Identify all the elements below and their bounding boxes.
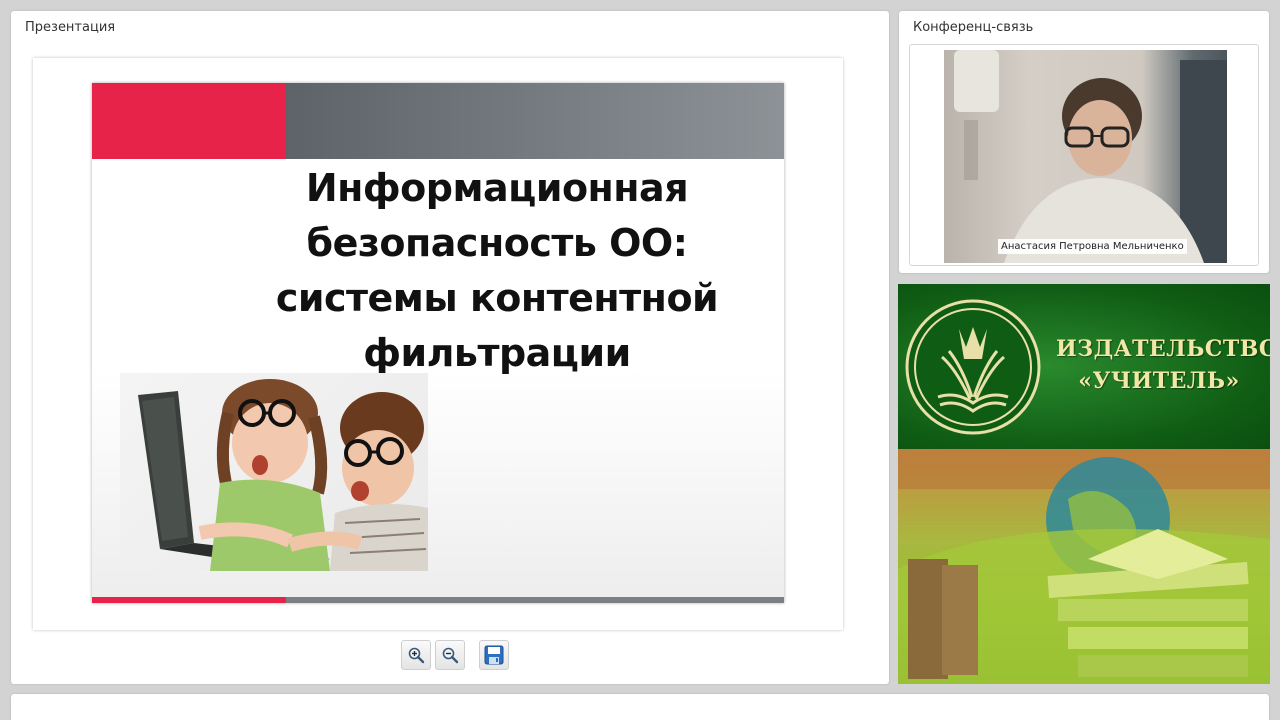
publisher-logo-icon: [905, 299, 1041, 435]
zoom-in-icon: [408, 647, 425, 664]
slide-photo-children-laptop: [120, 373, 428, 571]
participant-video[interactable]: Анастасия Петровна Мельниченко: [944, 50, 1227, 263]
slide-red-bar: [92, 83, 286, 159]
slide: Информационная безопасность ОО: системы …: [92, 83, 784, 603]
conference-panel: Конференц-связь Анастасия Петровна Мельн…: [899, 11, 1269, 273]
video-frame: Анастасия Петровна Мельниченко: [909, 44, 1259, 266]
save-button[interactable]: [479, 640, 509, 670]
banner-title-line1: ИЗДАТЕЛЬСТВО: [1056, 336, 1270, 362]
banner-books-image: [898, 449, 1270, 684]
conference-panel-title: Конференц-связь: [913, 20, 1034, 35]
participant-name-label: Анастасия Петровна Мельниченко: [998, 239, 1187, 254]
presentation-panel-title: Презентация: [25, 20, 116, 35]
bottom-panel: [11, 694, 1269, 720]
zoom-out-icon: [442, 647, 459, 664]
banner-title-line2: «УЧИТЕЛЬ»: [1078, 368, 1240, 394]
slide-red-footer: [92, 597, 286, 603]
slide-title: Информационная безопасность ОО: системы …: [275, 166, 719, 375]
presentation-panel: Презентация Информационная безопасность …: [11, 11, 889, 684]
slide-gray-footer: [286, 597, 784, 603]
publisher-banner[interactable]: ИЗДАТЕЛЬСТВО «УЧИТЕЛЬ»: [898, 284, 1270, 684]
slide-viewer[interactable]: Информационная безопасность ОО: системы …: [33, 58, 843, 630]
save-icon: [484, 645, 504, 665]
zoom-in-button[interactable]: [401, 640, 431, 670]
slide-gray-bar: [286, 83, 784, 159]
banner-logo-area: ИЗДАТЕЛЬСТВО «УЧИТЕЛЬ»: [898, 284, 1270, 449]
zoom-out-button[interactable]: [435, 640, 465, 670]
